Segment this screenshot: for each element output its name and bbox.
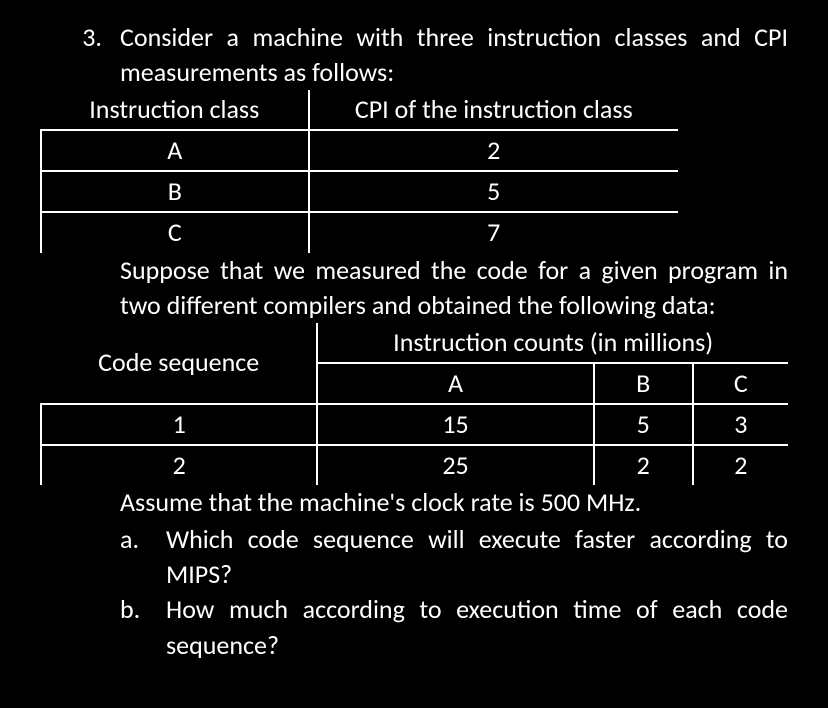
table-cell: 1 — [41, 404, 317, 445]
table-cell: 2 — [693, 445, 788, 485]
table-cell: 2 — [594, 445, 693, 485]
instruction-count-table: Code sequence Instruction counts (in mil… — [40, 323, 788, 485]
assume-text: Assume that the machine's clock rate is … — [120, 485, 788, 520]
mid-paragraph: Suppose that we measured the code for a … — [120, 253, 788, 323]
table-header: Instruction class — [41, 90, 309, 130]
table-cell: A — [41, 130, 309, 171]
table-cell: 2 — [309, 130, 678, 171]
table-header: CPI of the instruction class — [309, 90, 678, 130]
table-header: B — [594, 363, 693, 404]
table-cell: 25 — [317, 445, 593, 485]
subpart-label: a. — [120, 522, 166, 592]
table-row: B 5 — [41, 171, 678, 212]
table-header: Code sequence — [41, 323, 317, 404]
table-header: Instruction counts (in millions) — [317, 323, 788, 363]
subparts-list: a. Which code sequence will execute fast… — [120, 522, 788, 662]
subpart-text: Which code sequence will execute faster … — [166, 522, 788, 592]
table-cell: 5 — [309, 171, 678, 212]
table-header: A — [317, 363, 593, 404]
table-row: 1 15 5 3 — [41, 404, 788, 445]
table-cell: C — [41, 212, 309, 252]
table-cell: 15 — [317, 404, 593, 445]
intro-text: Consider a machine with three instructio… — [120, 20, 788, 90]
problem-container: 3. Consider a machine with three instruc… — [20, 20, 788, 663]
table-cell: B — [41, 171, 309, 212]
table-row: C 7 — [41, 212, 678, 252]
table-cell: 3 — [693, 404, 788, 445]
cpi-table: Instruction class CPI of the instruction… — [40, 90, 678, 252]
problem-content: Consider a machine with three instructio… — [120, 20, 788, 663]
subpart-text: How much according to execution time of … — [166, 592, 788, 662]
table-row: A 2 — [41, 130, 678, 171]
subpart-a: a. Which code sequence will execute fast… — [120, 522, 788, 592]
subpart-label: b. — [120, 592, 166, 662]
table-row: 2 25 2 2 — [41, 445, 788, 485]
subpart-b: b. How much according to execution time … — [120, 592, 788, 662]
table-cell: 5 — [594, 404, 693, 445]
table-cell: 2 — [41, 445, 317, 485]
table-header: C — [693, 363, 788, 404]
table-cell: 7 — [309, 212, 678, 252]
